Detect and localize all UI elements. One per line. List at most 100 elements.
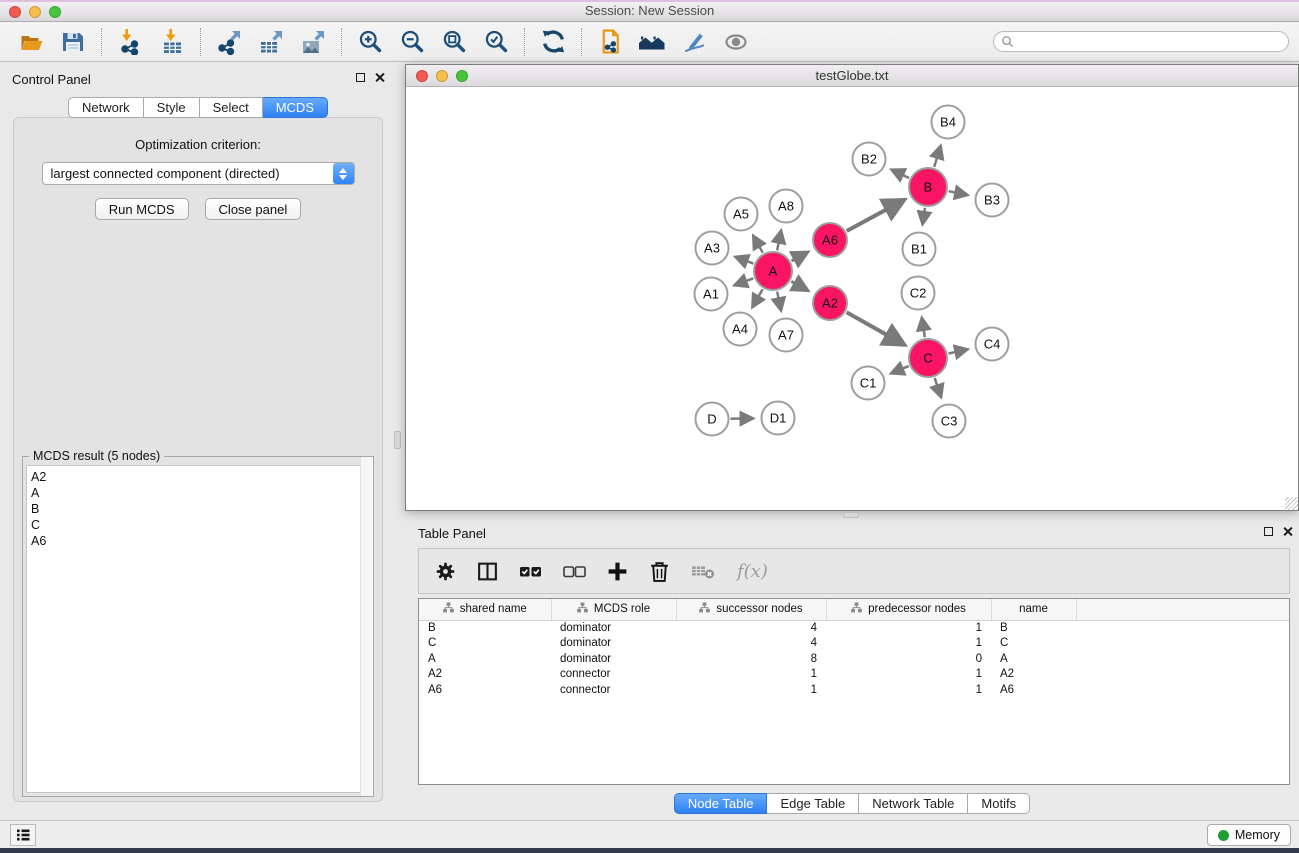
cell-mcds-role[interactable]: connector	[551, 667, 676, 683]
cell-mcds-role[interactable]: connector	[551, 682, 676, 698]
float-table-panel-icon[interactable]	[1264, 527, 1273, 536]
cell-shared-name[interactable]: A2	[419, 667, 551, 683]
cell-mcds-role[interactable]: dominator	[551, 651, 676, 667]
node-A5[interactable]: A5	[725, 198, 758, 231]
edge-A2-C[interactable]	[847, 312, 904, 344]
cell-name[interactable]: B	[991, 620, 1076, 636]
table-row-a6[interactable]: A6connector11A6	[419, 682, 1289, 698]
cell-predecessor-nodes[interactable]: 1	[826, 667, 991, 683]
table-row-b[interactable]: Bdominator41B	[419, 620, 1289, 636]
edge-C-C3[interactable]	[935, 378, 941, 397]
result-scrollbar[interactable]	[360, 457, 373, 796]
edge-C-C1[interactable]	[892, 366, 909, 373]
cell-shared-name[interactable]: A	[419, 651, 551, 667]
create-column-button[interactable]	[606, 560, 629, 583]
zoom-fit-button[interactable]	[433, 25, 475, 59]
node-A1[interactable]: A1	[695, 278, 728, 311]
tab-network[interactable]: Network	[68, 97, 144, 118]
node-B4[interactable]: B4	[932, 106, 965, 139]
edge-A-A2[interactable]	[791, 281, 807, 290]
node-B2[interactable]: B2	[853, 143, 886, 176]
cell-mcds-role[interactable]: dominator	[551, 636, 676, 652]
cell-mcds-role[interactable]: dominator	[551, 620, 676, 636]
cell-shared-name[interactable]: C	[419, 636, 551, 652]
node-B[interactable]: B	[909, 168, 947, 206]
edge-A-A4[interactable]	[753, 289, 763, 307]
edge-A-A8[interactable]	[777, 231, 781, 250]
table-row-a2[interactable]: A2connector11A2	[419, 667, 1289, 683]
result-item-c[interactable]: C	[27, 517, 369, 533]
task-history-button[interactable]	[10, 824, 36, 846]
tab-network-table[interactable]: Network Table	[859, 793, 968, 814]
result-item-a2[interactable]: A2	[27, 469, 369, 485]
result-item-a[interactable]: A	[27, 485, 369, 501]
column-header-shared-name[interactable]: shared name	[419, 599, 551, 620]
network-graph[interactable]: B4B2BB3A8A5A6A3B1AA1C2A2A4A7C4CC1DD1C3	[406, 87, 1298, 510]
network-canvas[interactable]: B4B2BB3A8A5A6A3B1AA1C2A2A4A7C4CC1DD1C3	[406, 87, 1298, 510]
tab-node-table[interactable]: Node Table	[674, 793, 768, 814]
edge-A6-B[interactable]	[847, 200, 904, 231]
cell-successor-nodes[interactable]: 4	[676, 636, 826, 652]
zoom-selected-button[interactable]	[475, 25, 517, 59]
node-D1[interactable]: D1	[762, 402, 795, 435]
horizontal-divider-handle[interactable]	[843, 512, 859, 518]
minimize-window-button[interactable]	[29, 6, 41, 18]
cell-name[interactable]: A2	[991, 667, 1076, 683]
cell-successor-nodes[interactable]: 1	[676, 682, 826, 698]
tab-style[interactable]: Style	[144, 97, 200, 118]
tab-mcds[interactable]: MCDS	[263, 97, 328, 118]
export-table-button[interactable]	[250, 25, 292, 59]
node-C[interactable]: C	[909, 339, 947, 377]
memory-button[interactable]: Memory	[1207, 824, 1291, 846]
node-C2[interactable]: C2	[902, 277, 935, 310]
close-panel-button[interactable]: Close panel	[205, 198, 302, 220]
edge-A-A5[interactable]	[753, 236, 762, 252]
node-B1[interactable]: B1	[903, 233, 936, 266]
refresh-network-button[interactable]	[532, 25, 574, 59]
show-graphics-details-button[interactable]	[715, 25, 757, 59]
run-mcds-button[interactable]: Run MCDS	[95, 198, 189, 220]
delete-table-button[interactable]	[690, 560, 717, 583]
cell-predecessor-nodes[interactable]: 0	[826, 651, 991, 667]
edge-B-B4[interactable]	[934, 146, 940, 167]
import-network-button[interactable]	[109, 25, 151, 59]
column-header-predecessor-nodes[interactable]: predecessor nodes	[826, 599, 991, 620]
node-A8[interactable]: A8	[770, 190, 803, 223]
tab-select[interactable]: Select	[200, 97, 263, 118]
show-column-button[interactable]	[476, 560, 499, 583]
node-A6[interactable]: A6	[813, 223, 847, 257]
open-file-button[interactable]	[10, 25, 52, 59]
node-B3[interactable]: B3	[976, 184, 1009, 217]
node-C3[interactable]: C3	[933, 405, 966, 438]
edge-B-B1[interactable]	[923, 208, 925, 224]
window-resize-grip[interactable]	[1285, 497, 1298, 510]
tab-motifs[interactable]: Motifs	[968, 793, 1030, 814]
node-C1[interactable]: C1	[852, 367, 885, 400]
maximize-window-button[interactable]	[49, 6, 61, 18]
edge-A-A7[interactable]	[777, 292, 781, 310]
export-network-button[interactable]	[208, 25, 250, 59]
table-row-c[interactable]: Cdominator41C	[419, 636, 1289, 652]
minimize-network-button[interactable]	[436, 70, 448, 82]
function-builder-button[interactable]: f(x)	[736, 559, 774, 583]
cell-successor-nodes[interactable]: 4	[676, 620, 826, 636]
node-A7[interactable]: A7	[770, 319, 803, 352]
delete-column-button[interactable]	[648, 560, 671, 583]
search-box[interactable]	[993, 31, 1289, 52]
table-row-a[interactable]: Adominator80A	[419, 651, 1289, 667]
float-panel-icon[interactable]	[356, 73, 365, 82]
cell-successor-nodes[interactable]: 1	[676, 667, 826, 683]
close-panel-icon[interactable]	[375, 73, 384, 82]
edge-A-A6[interactable]	[791, 252, 807, 261]
column-header-mcds-role[interactable]: MCDS role	[551, 599, 676, 620]
cell-name[interactable]: A6	[991, 682, 1076, 698]
cell-shared-name[interactable]: B	[419, 620, 551, 636]
edge-A-A3[interactable]	[736, 257, 753, 264]
result-item-b[interactable]: B	[27, 501, 369, 517]
node-A[interactable]: A	[754, 252, 792, 290]
maximize-network-button[interactable]	[456, 70, 468, 82]
save-session-button[interactable]	[52, 25, 94, 59]
cell-successor-nodes[interactable]: 8	[676, 651, 826, 667]
cell-predecessor-nodes[interactable]: 1	[826, 682, 991, 698]
node-A2[interactable]: A2	[813, 286, 847, 320]
